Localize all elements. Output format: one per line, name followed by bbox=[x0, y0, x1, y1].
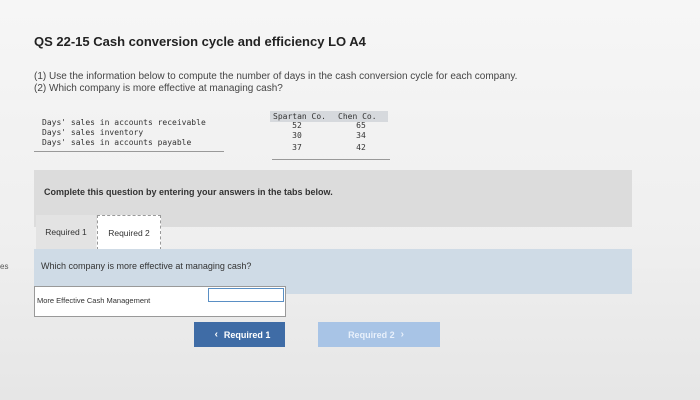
next-button[interactable]: Required 2 › bbox=[318, 322, 440, 347]
cell-spartan-inventory: 30 bbox=[292, 131, 302, 140]
table-rule bbox=[34, 151, 224, 152]
cell-chen-inventory: 34 bbox=[356, 131, 366, 140]
table-rule bbox=[272, 159, 390, 160]
cell-chen-receivable: 65 bbox=[356, 121, 366, 130]
answer-input[interactable] bbox=[208, 288, 284, 302]
page: es QS 22-15 Cash conversion cycle and ef… bbox=[0, 0, 700, 400]
tab-label: Required 2 bbox=[108, 228, 150, 238]
cell-spartan-receivable: 52 bbox=[292, 121, 302, 130]
side-text: es bbox=[0, 262, 9, 271]
tab-required-1[interactable]: Required 1 bbox=[36, 215, 96, 249]
instruction-line-1: (1) Use the information below to compute… bbox=[34, 71, 518, 82]
row-label-inventory: Days' sales inventory bbox=[42, 128, 144, 137]
chevron-right-icon: › bbox=[400, 329, 404, 340]
chevron-left-icon: ‹ bbox=[214, 329, 218, 340]
row-label-receivable: Days' sales in accounts receivable bbox=[42, 118, 206, 127]
answer-row: More Effective Cash Management bbox=[34, 286, 286, 317]
tab-required-2[interactable]: Required 2 bbox=[97, 215, 161, 250]
cell-spartan-payable: 37 bbox=[292, 143, 302, 152]
next-button-label: Required 2 bbox=[348, 329, 395, 340]
instruction-band-text: Complete this question by entering your … bbox=[44, 187, 333, 197]
instruction-line-2: (2) Which company is more effective at m… bbox=[34, 83, 283, 94]
tab-label: Required 1 bbox=[45, 227, 87, 237]
column-header-spartan: Spartan Co. bbox=[273, 112, 326, 121]
cell-chen-payable: 42 bbox=[356, 143, 366, 152]
page-title: QS 22-15 Cash conversion cycle and effic… bbox=[34, 34, 366, 49]
previous-button[interactable]: ‹ Required 1 bbox=[194, 322, 285, 347]
answer-label: More Effective Cash Management bbox=[37, 296, 151, 305]
question-text: Which company is more effective at manag… bbox=[41, 261, 252, 271]
previous-button-label: Required 1 bbox=[223, 329, 271, 340]
instructions: (1) Use the information below to compute… bbox=[34, 71, 517, 95]
column-header-chen: Chen Co. bbox=[338, 112, 377, 121]
row-label-payable: Days' sales in accounts payable bbox=[42, 138, 192, 147]
